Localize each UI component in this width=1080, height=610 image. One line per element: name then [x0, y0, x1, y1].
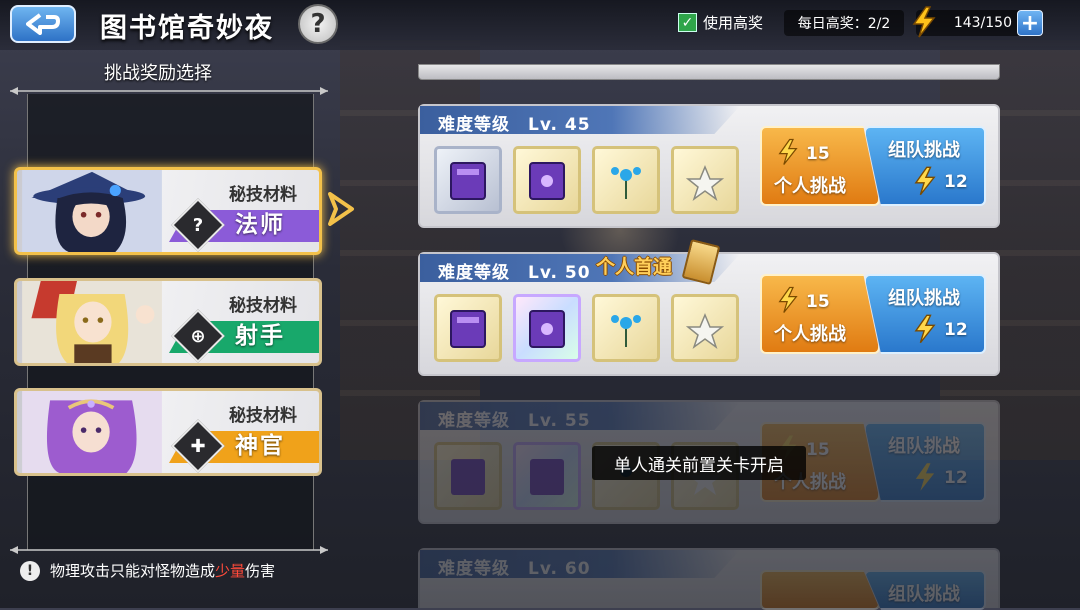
card-subtitle: 秘技材料 — [229, 185, 297, 205]
level-label: 难度等级 Lv. 55 — [438, 411, 591, 431]
reward-item[interactable] — [513, 146, 581, 214]
priest-class-icon: ✚ — [171, 419, 225, 473]
ornament-divider — [10, 546, 328, 554]
team-cost: 12 — [944, 320, 968, 340]
white-lily-icon — [685, 313, 725, 349]
level-label: 难度等级 Lv. 60 — [438, 559, 591, 579]
team-challenge-button[interactable]: 组队挑战 12 — [864, 126, 986, 206]
team-challenge-button: 组队挑战 12 — [864, 422, 986, 502]
blue-flower-icon — [611, 315, 641, 347]
class-name-archer: 射手 — [235, 323, 285, 349]
purple-tome-icon — [529, 310, 565, 348]
reward-item[interactable] — [434, 294, 502, 362]
lightning-icon — [778, 286, 798, 313]
solo-cost: 15 — [806, 440, 830, 460]
lightning-icon — [912, 6, 936, 38]
purple-tome-icon — [529, 162, 565, 200]
reward-item[interactable] — [671, 146, 739, 214]
solo-challenge-label: 个人挑战 — [774, 176, 846, 197]
physical-attack-hint: ! 物理攻击只能对怪物造成少量伤害 — [20, 560, 275, 581]
team-cost: 12 — [944, 172, 968, 192]
purple-tome-icon — [450, 310, 486, 348]
reward-item[interactable] — [592, 146, 660, 214]
reward-item[interactable] — [513, 294, 581, 362]
add-energy-button[interactable]: + — [1017, 10, 1043, 36]
level-row-lv50: 难度等级 Lv. 50 个人首通 15 个人挑战 组队挑战 12 — [418, 238, 1000, 376]
reward-selection-title: 挑战奖励选择 — [104, 63, 212, 84]
team-challenge-label: 组队挑战 — [888, 584, 960, 605]
locked-toast-message: 单人通关前置关卡开启 — [592, 446, 806, 480]
daily-high-reward-counter: 每日高奖：2/2 — [784, 10, 904, 36]
solo-challenge-label: 个人挑战 — [774, 324, 846, 345]
solo-cost: 15 — [806, 292, 830, 312]
level-row-partial — [418, 64, 1000, 80]
archer-portrait — [22, 281, 162, 363]
reward-item[interactable] — [434, 146, 502, 214]
purple-tome-icon — [530, 459, 564, 495]
top-bar: 图书馆奇妙夜 ? ✓ 使用高奖 每日高奖：2/2 143/150 + — [0, 0, 1080, 50]
class-name-mage: 法师 — [235, 212, 285, 238]
hint-text: 物理攻击只能对怪物造成少量伤害 — [50, 562, 276, 580]
team-challenge-label: 组队挑战 — [888, 436, 960, 457]
lightning-icon — [914, 314, 936, 344]
class-card-archer[interactable]: 秘技材料 ⊕ 射手 — [14, 278, 322, 366]
first-clear-badge: 个人首通 — [596, 256, 673, 278]
lightning-icon — [915, 463, 935, 491]
background-bookshelf — [940, 40, 1080, 460]
lightning-icon — [914, 166, 936, 196]
page-title: 图书馆奇妙夜 — [100, 13, 274, 44]
class-name-priest: 神官 — [235, 433, 285, 459]
help-button[interactable]: ? — [298, 4, 338, 44]
solo-cost: 15 — [806, 144, 830, 164]
background-bookshelf — [340, 40, 480, 460]
team-challenge-button: 组队挑战 — [864, 570, 986, 610]
solo-challenge-button[interactable]: 15 个人挑战 — [760, 126, 880, 206]
info-icon: ! — [20, 560, 40, 581]
team-challenge-button[interactable]: 组队挑战 12 — [864, 274, 986, 354]
archer-class-icon: ⊕ — [171, 309, 225, 363]
level-row-lv45: 难度等级 Lv. 45 15 个人挑战 组队挑战 12 — [418, 104, 1000, 228]
reward-items — [434, 146, 739, 214]
class-card-mage[interactable]: 秘技材料 ? 法师 — [14, 167, 322, 255]
priest-portrait — [22, 391, 162, 473]
mage-class-icon: ? — [171, 198, 225, 252]
level-label: 难度等级 Lv. 45 — [438, 115, 591, 135]
selected-arrow-icon — [328, 192, 354, 226]
team-challenge-label: 组队挑战 — [888, 140, 960, 161]
reward-item[interactable] — [592, 294, 660, 362]
class-card-priest[interactable]: 秘技材料 ✚ 神官 — [14, 388, 322, 476]
solo-challenge-button[interactable]: 15 个人挑战 — [760, 274, 880, 354]
team-cost: 12 — [944, 468, 968, 488]
card-subtitle: 秘技材料 — [229, 406, 297, 426]
level-row-lv60: 难度等级 Lv. 60 组队挑战 — [418, 548, 1000, 610]
card-subtitle: 秘技材料 — [229, 296, 297, 316]
purple-tome-icon — [451, 459, 485, 495]
solo-challenge-button — [760, 570, 880, 610]
reward-item — [513, 442, 581, 510]
blue-flower-icon — [611, 167, 641, 199]
white-lily-icon — [685, 165, 725, 201]
purple-tome-icon — [450, 162, 486, 200]
team-challenge-label: 组队挑战 — [888, 288, 960, 309]
lightning-icon — [778, 138, 798, 165]
checkbox-checked-icon[interactable]: ✓ — [678, 13, 697, 32]
reward-item — [434, 442, 502, 510]
level-label: 难度等级 Lv. 50 — [438, 263, 591, 283]
reward-item[interactable] — [671, 294, 739, 362]
reward-items — [434, 294, 739, 362]
use-high-reward-label: 使用高奖 — [703, 14, 764, 32]
use-high-reward-toggle[interactable]: ✓ 使用高奖 — [678, 12, 763, 33]
mage-portrait — [22, 170, 162, 252]
back-button[interactable] — [10, 5, 76, 43]
back-arrow-icon — [26, 13, 60, 35]
